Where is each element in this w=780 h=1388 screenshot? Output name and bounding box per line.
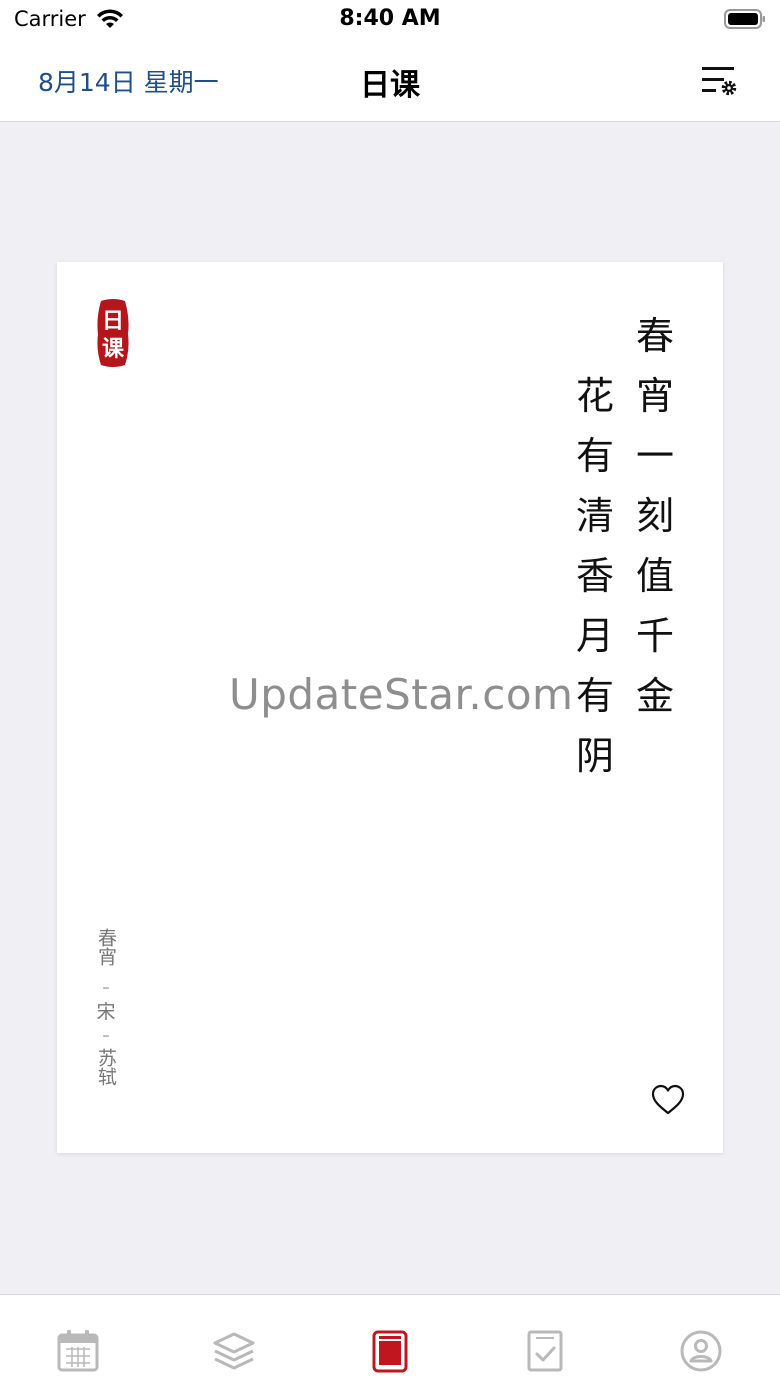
poem-title: 春宵: [95, 928, 117, 966]
checklist-icon[interactable]: [523, 1329, 567, 1373]
poem-line-2: 花 有 清 香 月 有 阴: [573, 372, 617, 792]
seal-char-2: 课: [102, 336, 125, 362]
tab-bar: [0, 1294, 780, 1388]
seal-stamp-logo: 日 课: [97, 299, 129, 367]
status-bar: Carrier 8:40 AM: [0, 0, 780, 40]
watermark-text: UpdateStar.com: [229, 670, 574, 719]
poem-dynasty: 宋: [96, 1001, 116, 1023]
poem-char: 值: [635, 554, 674, 598]
poem-char: 千: [635, 614, 674, 658]
poem-attribution: 春宵 – 宋 – 苏轼: [93, 928, 119, 1096]
poem-char: 月: [575, 614, 614, 658]
layers-icon[interactable]: [212, 1329, 256, 1373]
heart-icon[interactable]: [650, 1084, 686, 1116]
poem-char: 刻: [635, 494, 674, 538]
separator-dash: –: [102, 1028, 110, 1044]
seal-char-1: 日: [102, 308, 124, 334]
poem-char: 阴: [575, 734, 614, 778]
list-settings-icon[interactable]: [698, 62, 740, 98]
book-icon[interactable]: [368, 1329, 412, 1373]
poem-line-1: 春 宵 一 刻 值 千 金: [633, 312, 677, 732]
battery-icon: [724, 9, 765, 29]
poem-char: 春: [635, 314, 674, 358]
page-title: 日课: [360, 68, 420, 103]
profile-icon[interactable]: [679, 1329, 723, 1373]
poem-char: 宵: [635, 374, 674, 418]
clock: 8:40 AM: [339, 6, 441, 31]
poem-char: 清: [575, 494, 614, 538]
calendar-icon[interactable]: [56, 1329, 100, 1373]
nav-bar: 8月14日 星期一 日课: [0, 40, 780, 122]
poem-char: 有: [575, 434, 614, 478]
poem-author: 苏轼: [95, 1048, 117, 1086]
poem-card: 日 课 春 宵 一 刻 值 千 金 花 有 清 香 月 有 阴 UpdateSt…: [57, 262, 723, 1153]
poem-char: 花: [575, 374, 614, 418]
poem-char: 有: [575, 674, 614, 718]
poem-char: 一: [635, 434, 674, 478]
poem-char: 金: [635, 674, 674, 718]
separator-dash: –: [102, 980, 110, 996]
poem-char: 香: [575, 554, 614, 598]
